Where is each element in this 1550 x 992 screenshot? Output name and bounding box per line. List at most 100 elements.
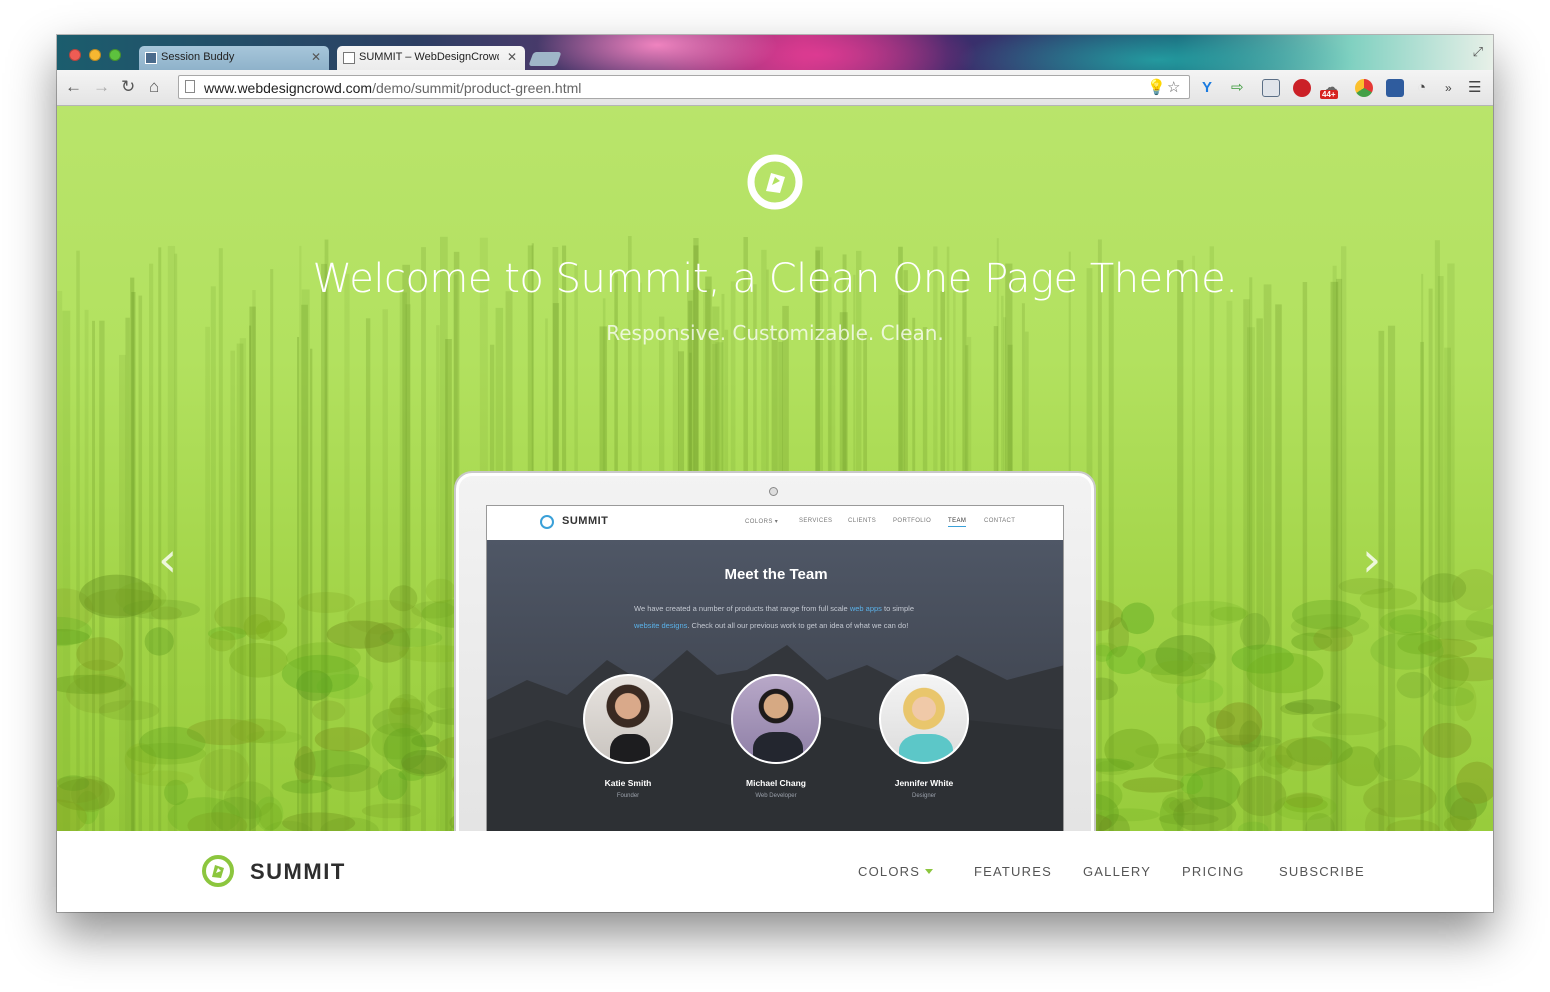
menu-icon[interactable]: ☰ <box>1468 79 1481 97</box>
more-extensions-icon[interactable]: » <box>1445 79 1452 97</box>
foliage <box>1396 671 1432 699</box>
back-arrow-icon[interactable]: ← <box>65 78 82 96</box>
extension-y-icon[interactable]: Y <box>1202 79 1212 97</box>
tab-label: SUMMIT – WebDesignCrowd <box>359 51 499 63</box>
window-maximize-button[interactable] <box>109 49 121 61</box>
preview-team-section: Meet the Team We have created a number o… <box>487 540 1063 831</box>
nav-gallery[interactable]: GALLERY <box>1083 864 1151 879</box>
summit-brand-icon[interactable] <box>201 854 235 888</box>
foliage <box>1246 652 1324 694</box>
foliage <box>1171 600 1247 626</box>
reload-icon[interactable]: ↻ <box>121 78 135 96</box>
foliage <box>1379 609 1442 636</box>
foliage <box>377 768 408 801</box>
avatar <box>879 674 969 764</box>
foliage <box>1285 792 1324 808</box>
address-bar[interactable]: www.webdesigncrowd.com/demo/summit/produ… <box>178 75 1190 99</box>
foliage <box>425 578 456 604</box>
preview-menu-item: CLIENTS <box>848 518 877 524</box>
preview-menu-item: SERVICES <box>799 518 833 524</box>
member-role: Designer <box>911 793 936 799</box>
foliage <box>1095 760 1131 776</box>
preview-menu-item: COLORS ▾ <box>745 519 779 525</box>
lightbulb-icon[interactable]: 💡 <box>1147 78 1166 96</box>
foliage <box>389 697 411 716</box>
clock-icon[interactable]: ◔ <box>1417 79 1426 97</box>
foliage <box>297 591 356 613</box>
chevron-down-icon[interactable] <box>925 869 933 874</box>
window-close-button[interactable] <box>69 49 81 61</box>
member-name: Jennifer White <box>894 778 954 788</box>
nav-features[interactable]: FEATURES <box>974 864 1052 879</box>
desc-text: We have created a number of products tha… <box>634 604 850 613</box>
foliage <box>314 727 370 752</box>
tree-trunk <box>365 318 371 831</box>
tree-trunk <box>210 286 216 831</box>
desc-link: web apps <box>849 604 882 613</box>
fullscreen-icon[interactable]: ⤢ <box>1473 44 1483 60</box>
foliage <box>1422 722 1472 758</box>
laptop-mockup: SUMMIT COLORS ▾ SERVICES CLIENTS PORTFOL… <box>454 471 1096 831</box>
tree-trunk <box>1421 273 1424 831</box>
foliage <box>1215 702 1263 746</box>
page-icon <box>185 80 195 93</box>
foliage <box>1105 645 1146 675</box>
foliage <box>1433 686 1474 707</box>
preview-logo-icon <box>540 515 554 529</box>
window-minimize-button[interactable] <box>89 49 101 61</box>
tab-close-icon[interactable]: ✕ <box>311 50 321 64</box>
foliage <box>1122 777 1185 793</box>
foliage <box>144 627 174 656</box>
bookmark-star-icon[interactable]: ☆ <box>1167 78 1180 96</box>
preview-menu-item: CONTACT <box>984 518 1016 524</box>
avatar-body <box>610 734 650 762</box>
tab-summit[interactable]: SUMMIT – WebDesignCrowd ✕ <box>337 46 525 70</box>
pinterest-icon[interactable] <box>1293 79 1311 97</box>
foliage <box>229 642 288 678</box>
preview-menu-item: PORTFOLIO <box>893 518 932 524</box>
tab-session-buddy[interactable]: Session Buddy ✕ <box>139 46 329 70</box>
foliage <box>282 812 356 831</box>
foliage <box>1185 740 1266 769</box>
url-text[interactable]: www.webdesigncrowd.com/demo/summit/produ… <box>204 80 581 96</box>
extension-chrome-icon[interactable] <box>1355 79 1373 97</box>
tree-trunk <box>270 269 274 831</box>
tab-close-icon[interactable]: ✕ <box>507 50 517 64</box>
team-member-card: Michael Chang Web Developer <box>716 674 836 799</box>
preview-menu-item: TEAM <box>948 518 967 527</box>
foliage <box>389 585 418 612</box>
foliage <box>1428 654 1469 690</box>
extension-arrow-icon[interactable]: ⇨ <box>1231 79 1244 97</box>
nav-subscribe[interactable]: SUBSCRIBE <box>1279 864 1365 879</box>
tab-strip: Session Buddy ✕ SUMMIT – WebDesignCrowd … <box>57 35 1493 70</box>
foliage <box>1180 773 1204 795</box>
nav-colors[interactable]: COLORS <box>858 864 920 879</box>
hero-subtitle: Responsive. Customizable. Clean. <box>606 321 944 345</box>
foliage <box>199 748 249 792</box>
download-icon[interactable] <box>1386 79 1404 97</box>
foliage <box>1359 587 1418 610</box>
foliage <box>98 700 160 721</box>
tree-trunk <box>84 309 89 831</box>
nav-pricing[interactable]: PRICING <box>1182 864 1245 879</box>
team-member-card: Katie Smith Founder <box>568 674 688 799</box>
preview-brand: SUMMIT <box>562 515 609 527</box>
preview-description: We have created a number of products tha… <box>634 600 924 634</box>
preview-navbar: SUMMIT COLORS ▾ SERVICES CLIENTS PORTFOL… <box>487 506 1063 541</box>
carousel-next-icon[interactable]: › <box>1362 536 1381 584</box>
foliage <box>230 718 287 744</box>
carousel-prev-icon[interactable]: ‹ <box>158 536 177 584</box>
browser-toolbar: ← → ↻ ⌂ www.webdesigncrowd.com/demo/summ… <box>57 70 1493 106</box>
tab-label: Session Buddy <box>161 51 235 63</box>
extension-window-icon[interactable] <box>1262 79 1280 97</box>
foliage <box>1274 737 1333 772</box>
member-name: Michael Chang <box>746 778 806 788</box>
brand-name[interactable]: SUMMIT <box>250 859 346 885</box>
home-icon[interactable]: ⌂ <box>149 78 159 96</box>
desc-text: . Check out all our previous work to get… <box>687 621 909 630</box>
forward-arrow-icon[interactable]: → <box>93 78 110 96</box>
avatar-body <box>753 732 803 762</box>
page-favicon-icon <box>343 52 355 64</box>
avatar <box>731 674 821 764</box>
new-tab-button[interactable] <box>528 52 562 66</box>
